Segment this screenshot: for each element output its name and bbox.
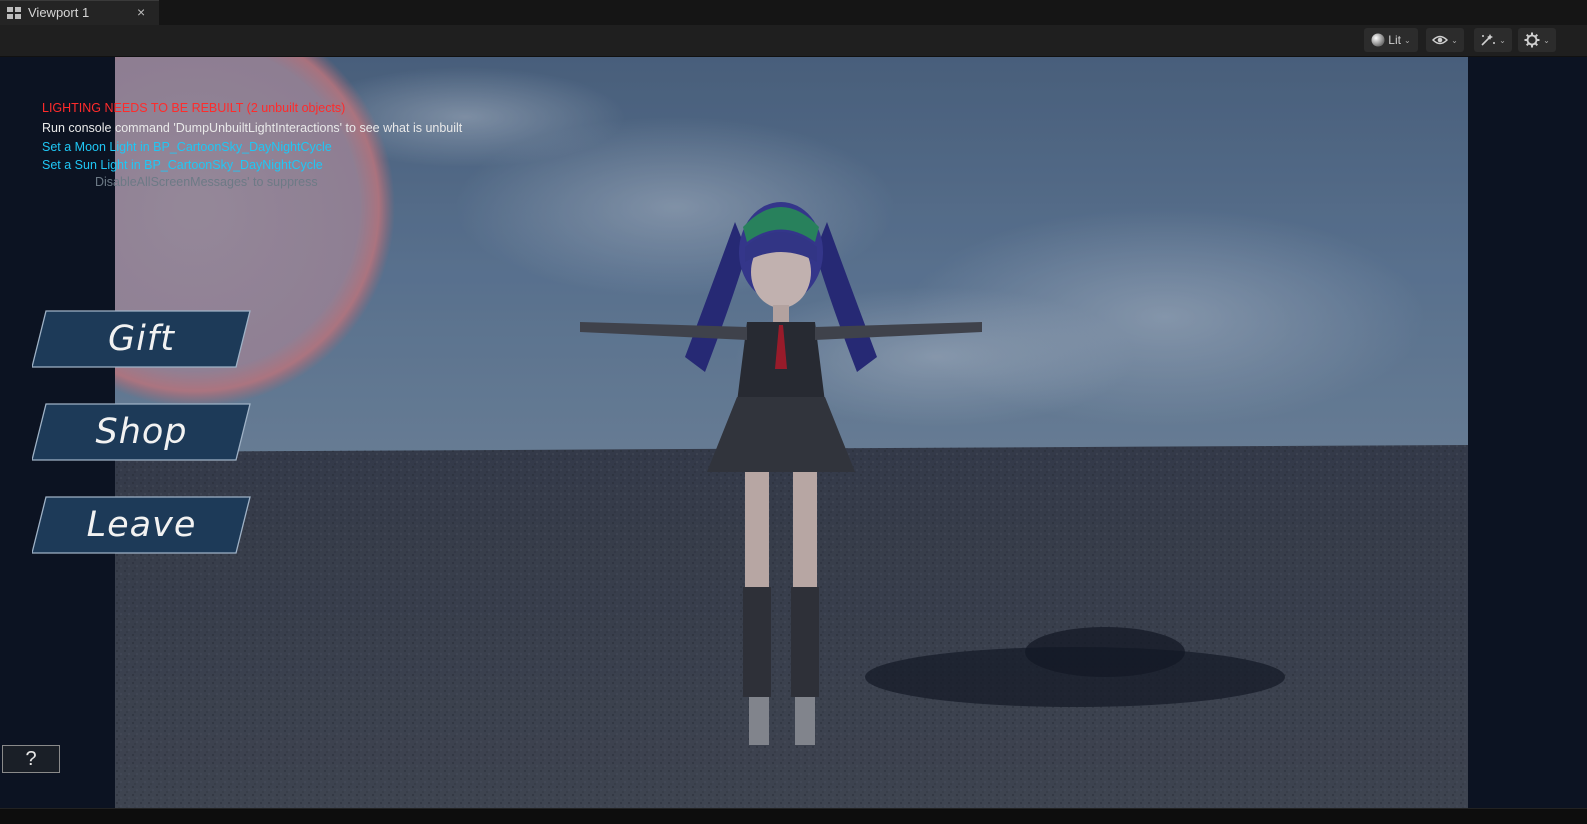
settings-dropdown[interactable]: ⌄ (1518, 28, 1556, 52)
gift-button-label: Gift (108, 319, 175, 359)
chevron-down-icon: ⌄ (1499, 35, 1506, 45)
chevron-down-icon: ⌄ (1403, 35, 1411, 45)
realtime-sparkle-icon (1481, 34, 1496, 46)
eye-icon (1432, 35, 1449, 45)
lighting-warning: LIGHTING NEEDS TO BE REBUILT (2 unbuilt … (42, 101, 346, 115)
gear-icon (1524, 32, 1540, 48)
help-button[interactable]: ? (2, 745, 60, 773)
gift-button[interactable]: Gift (32, 310, 251, 368)
viewport[interactable]: LIGHTING NEEDS TO BE REBUILT (2 unbuilt … (0, 57, 1587, 824)
lit-sphere-icon (1371, 33, 1385, 47)
viewport-toolbar: Lit ⌄ ⌄ ⌄ ⌄ (0, 25, 1587, 57)
moon-light-message: Set a Moon Light in BP_CartoonSky_DayNig… (42, 140, 332, 154)
chevron-down-icon: ⌄ (1451, 35, 1458, 45)
chevron-down-icon: ⌄ (1543, 35, 1550, 45)
viewport-layout-icon (7, 7, 21, 19)
leave-button[interactable]: Leave (32, 496, 251, 554)
realtime-dropdown[interactable]: ⌄ (1474, 28, 1512, 52)
suppress-hint: DisableAllScreenMessages' to suppress (95, 175, 318, 189)
viewport-bottom-strip (0, 808, 1587, 824)
tab-label: Viewport 1 (28, 5, 90, 20)
view-mode-dropdown[interactable]: Lit ⌄ (1364, 28, 1418, 52)
letterbox-right (1468, 57, 1587, 808)
tab-viewport[interactable]: Viewport 1 × (0, 0, 159, 25)
sun-light-message: Set a Sun Light in BP_CartoonSky_DayNigh… (42, 158, 323, 172)
shop-button-label: Shop (95, 412, 188, 452)
view-mode-label: Lit (1388, 33, 1401, 47)
leave-button-label: Leave (86, 505, 197, 545)
tab-bar: Viewport 1 × (0, 0, 1587, 25)
close-icon[interactable]: × (137, 4, 145, 20)
show-flags-dropdown[interactable]: ⌄ (1426, 28, 1464, 52)
console-hint: Run console command 'DumpUnbuiltLightInt… (42, 121, 463, 135)
shop-button[interactable]: Shop (32, 403, 251, 461)
